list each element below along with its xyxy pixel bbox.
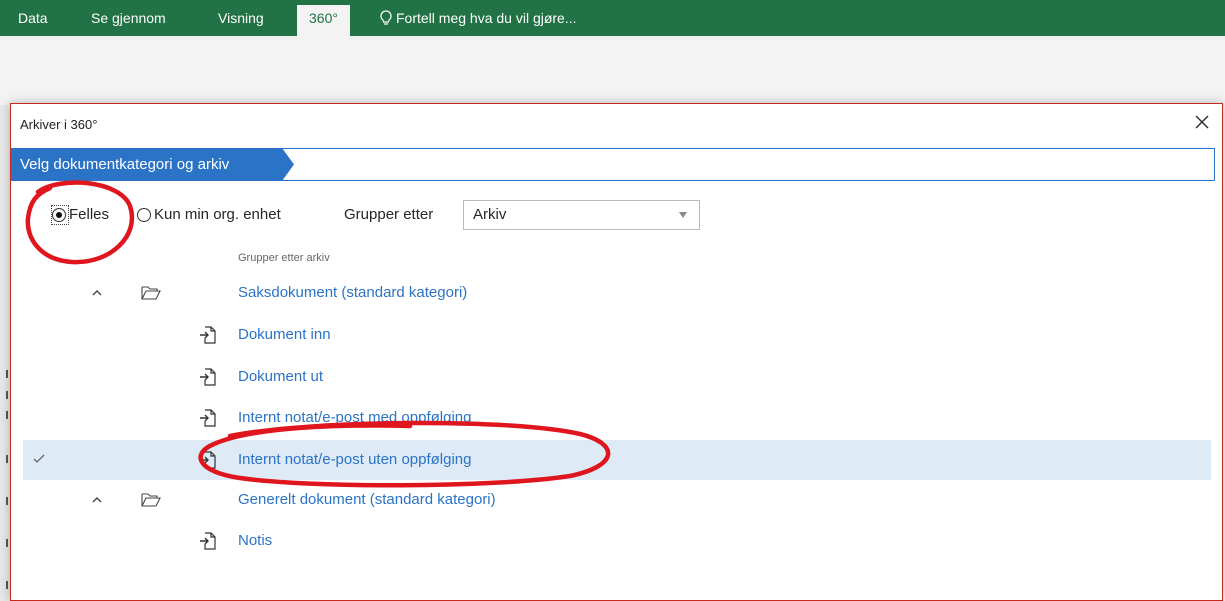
dialog-title: Arkiver i 360° — [20, 117, 98, 132]
row-marker — [6, 411, 8, 419]
list-item-label[interactable]: Dokument ut — [238, 368, 323, 385]
group-by-value: Arkiv — [473, 206, 507, 223]
ribbon-tab-bar: Data Se gjennom Visning 360° Fortell meg… — [0, 0, 1225, 39]
folder-open-icon — [141, 286, 161, 300]
folder-open-icon — [141, 493, 161, 507]
tab-360[interactable]: 360° — [297, 5, 350, 39]
tab-review[interactable]: Se gjennom — [91, 8, 166, 40]
document-import-icon — [200, 451, 216, 469]
row-marker — [6, 455, 8, 463]
lightbulb-icon — [380, 10, 392, 25]
tab-view[interactable]: Visning — [218, 8, 264, 40]
document-import-icon — [200, 326, 216, 344]
list-item[interactable]: Notis — [23, 521, 1211, 561]
row-marker — [6, 581, 8, 589]
row-marker — [6, 539, 8, 547]
ribbon-body — [0, 39, 1225, 105]
tab-data[interactable]: Data — [18, 8, 48, 40]
close-button[interactable] — [1190, 110, 1214, 134]
close-icon — [1195, 115, 1209, 129]
list-item[interactable]: Internt notat/e-post med oppfølging — [23, 398, 1211, 438]
checkmark-icon — [33, 454, 45, 463]
archive-dialog: Arkiver i 360° Velg dokumentkategori og … — [10, 103, 1223, 601]
list-item-group[interactable]: Generelt dokument (standard kategori) — [23, 480, 1211, 520]
list-item-label[interactable]: Generelt dokument (standard kategori) — [238, 491, 496, 508]
document-import-icon — [200, 409, 216, 427]
row-marker — [6, 391, 8, 399]
tell-me-box[interactable]: Fortell meg hva du vil gjøre... — [380, 8, 577, 28]
scope-options: Felles Kun min org. enhet Grupper etter … — [11, 200, 1211, 230]
chevron-up-icon[interactable] — [91, 288, 103, 298]
breadcrumb-step-category[interactable]: Velg dokumentkategori og arkiv — [11, 148, 294, 181]
row-marker — [6, 370, 8, 378]
list-item-label[interactable]: Internt notat/e-post uten oppfølging — [238, 451, 472, 468]
list-item[interactable]: Dokument inn — [23, 315, 1211, 355]
list-item-group[interactable]: Saksdokument (standard kategori) — [23, 273, 1211, 313]
row-marker — [6, 497, 8, 505]
radio-shared[interactable] — [52, 208, 66, 222]
list-item-selected[interactable]: Internt notat/e-post uten oppfølging — [23, 440, 1211, 480]
document-import-icon — [200, 532, 216, 550]
list-item-label[interactable]: Saksdokument (standard kategori) — [238, 284, 467, 301]
group-by-select[interactable]: Arkiv — [463, 200, 700, 230]
tell-me-text: Fortell meg hva du vil gjøre... — [396, 10, 577, 26]
list-item-label[interactable]: Internt notat/e-post med oppfølging — [238, 409, 471, 426]
sheet-edge — [0, 105, 10, 601]
list-group-header: Grupper etter arkiv — [238, 252, 330, 264]
list-item-label[interactable]: Dokument inn — [238, 326, 331, 343]
chevron-down-icon — [679, 212, 687, 218]
chevron-up-icon[interactable] — [91, 495, 103, 505]
radio-own-unit-label[interactable]: Kun min org. enhet — [154, 206, 281, 223]
group-by-label: Grupper etter — [344, 206, 434, 223]
list-item-label[interactable]: Notis — [238, 532, 272, 549]
radio-shared-label[interactable]: Felles — [69, 206, 109, 223]
list-item[interactable]: Dokument ut — [23, 357, 1211, 397]
breadcrumb: Velg dokumentkategori og arkiv — [11, 148, 1215, 181]
document-import-icon — [200, 368, 216, 386]
radio-own-unit[interactable] — [137, 208, 151, 222]
